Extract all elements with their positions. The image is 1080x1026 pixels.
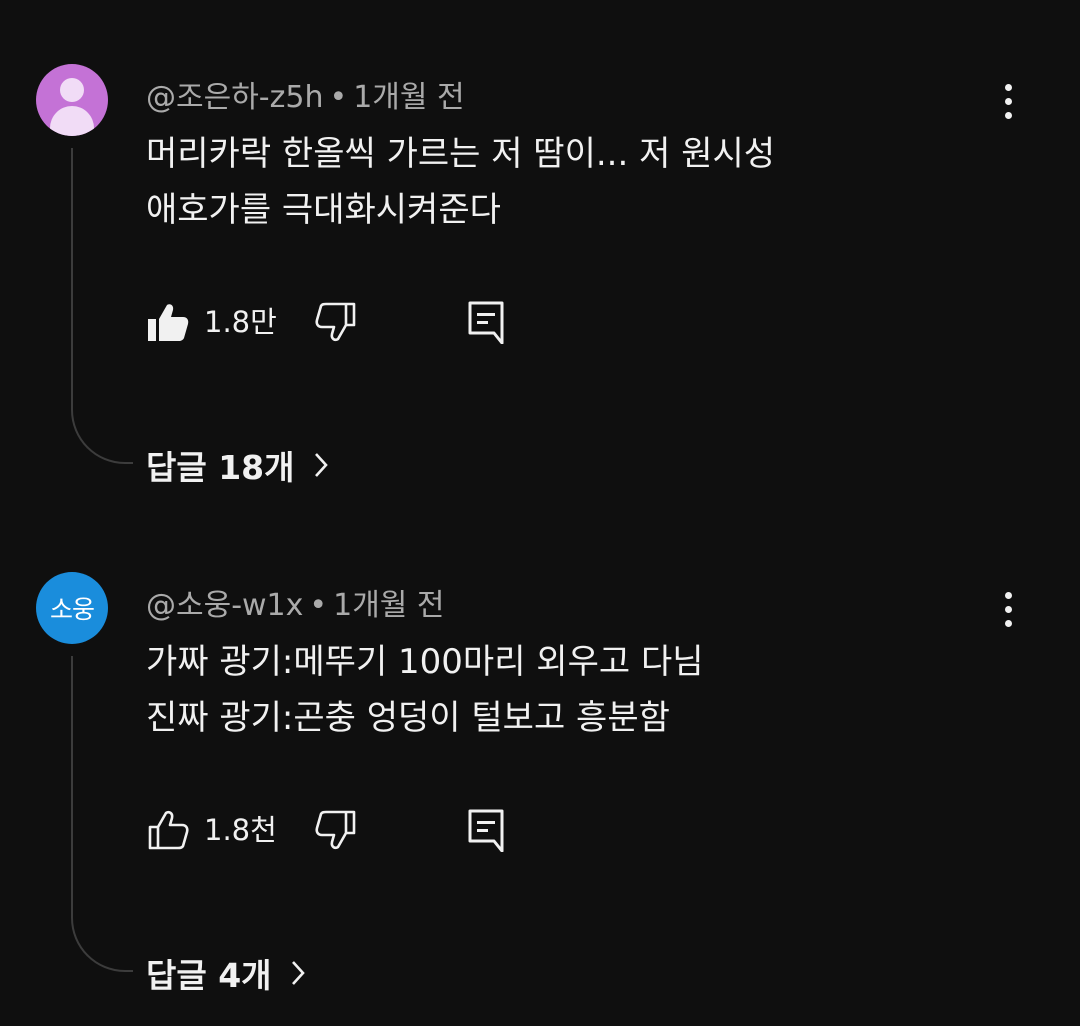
like-count: 1.8천: [204, 813, 277, 847]
comment-reply-icon: [468, 809, 504, 852]
comment-text-line: 진짜 광기:곤충 엉덩이 털보고 흥분함: [146, 698, 670, 738]
like-button[interactable]: [146, 808, 190, 852]
comment-time: 1개월 전: [333, 588, 445, 623]
more-vertical-icon: [1004, 591, 1012, 599]
thumb-down-outline-icon: [315, 810, 356, 850]
comment-text: 가짜 광기:메뚜기 100마리 외우고 다님 진짜 광기:곤충 엉덩이 털보고 …: [146, 634, 704, 746]
more-options-button[interactable]: [994, 585, 1022, 633]
chevron-right-icon: [290, 959, 306, 987]
thread-connector-line: [71, 656, 133, 972]
comment-meta: @소웅-w1x • 1개월 전: [146, 580, 445, 624]
comment-author[interactable]: @소웅-w1x: [146, 588, 303, 623]
comment-item: 소웅 @소웅-w1x • 1개월 전 가짜 광기:메뚜기 100마리 외우고 다님 …: [0, 0, 1080, 1026]
thumb-up-outline-icon: [148, 810, 189, 850]
avatar[interactable]: 소웅: [36, 572, 108, 644]
comment-actions: 1.8천: [146, 808, 546, 852]
view-replies-button[interactable]: 답글 4개: [146, 951, 306, 995]
reply-button[interactable]: [466, 808, 506, 852]
meta-separator: •: [309, 588, 328, 623]
comment-text-line: 가짜 광기:메뚜기 100마리 외우고 다님: [146, 642, 704, 682]
dislike-button[interactable]: [314, 808, 358, 852]
replies-count-label: 답글 4개: [146, 956, 272, 995]
